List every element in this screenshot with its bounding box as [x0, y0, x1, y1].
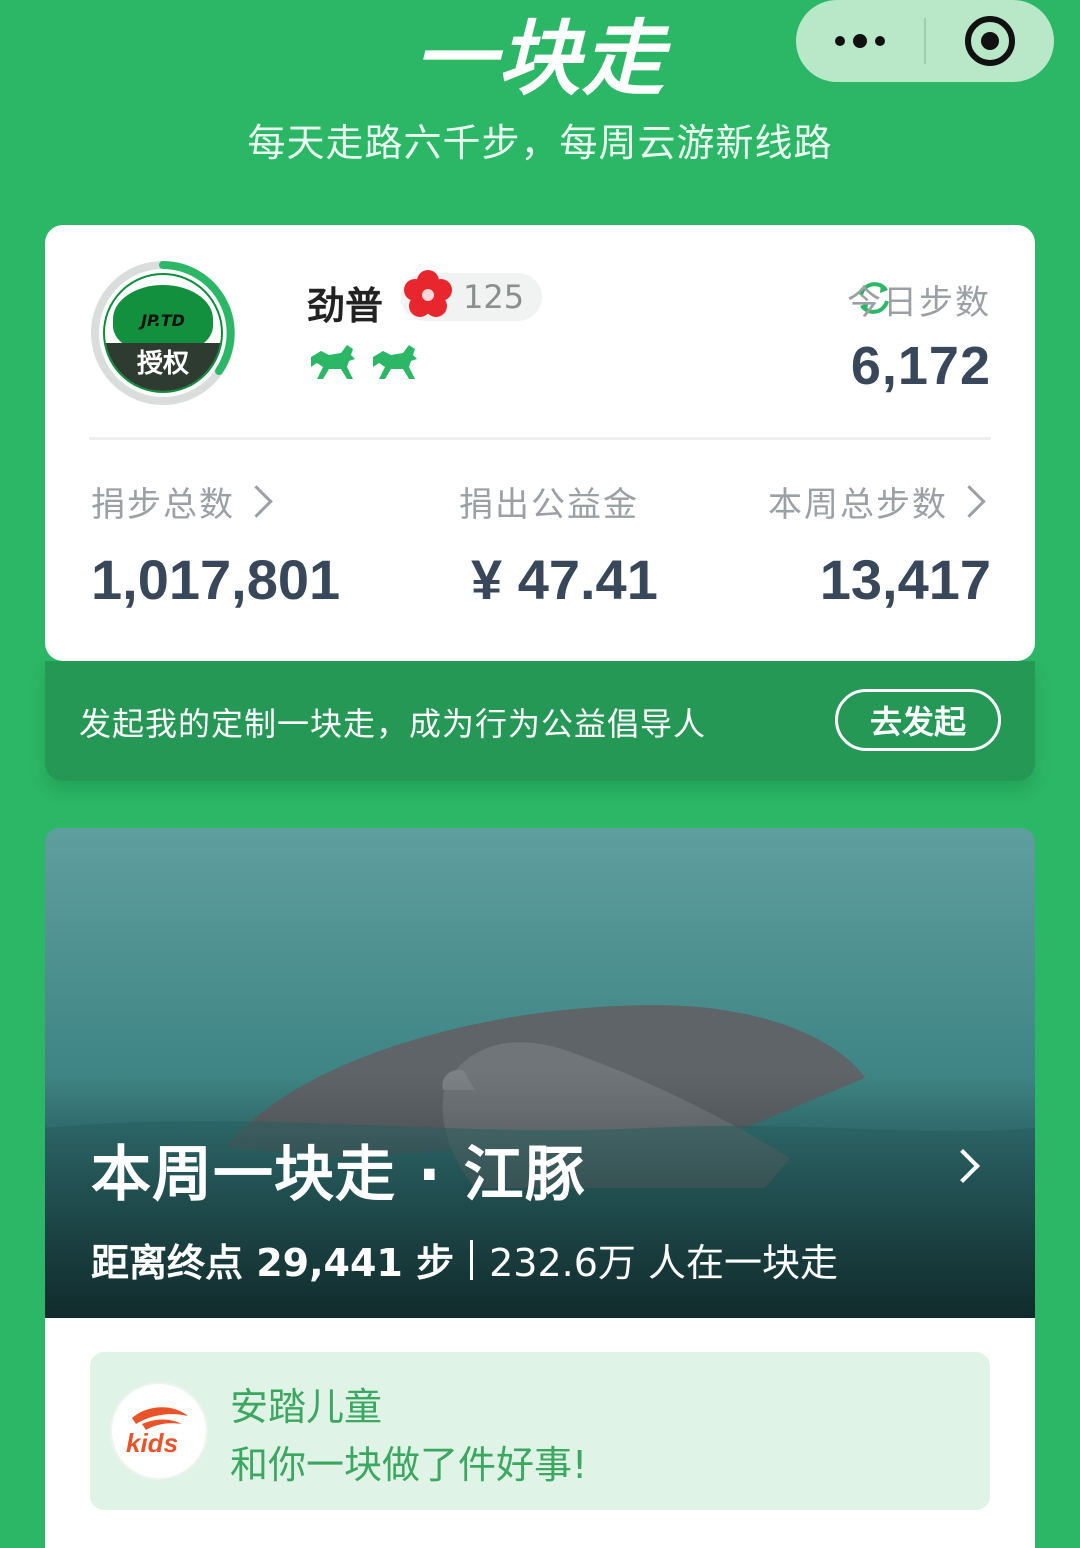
distance-remaining: 距离终点 29,441 步: [91, 1241, 455, 1285]
avatar-progress-ring: JP.TD 授权: [89, 259, 237, 407]
participants-count: 232.6万 人在一块走: [489, 1241, 838, 1285]
weekly-steps-label: 本周总步数: [768, 485, 948, 525]
sponsor-logo: kids: [112, 1384, 206, 1478]
donated-funds-value: ¥ 47.41: [471, 548, 658, 611]
weekly-route-stats: 距离终点 29,441 步 232.6万 人在一块走: [91, 1232, 838, 1287]
chevron-right-icon: [953, 485, 986, 518]
sponsor-section: kids 安踏儿童 和你一块做了件好事!: [45, 1318, 1035, 1548]
divider: [89, 437, 991, 440]
red-flower-icon: [404, 270, 452, 317]
initiate-banner: 发起我的定制一块走，成为行为公益倡导人 去发起: [45, 661, 1035, 781]
separator: [470, 1239, 474, 1280]
donated-steps-value: 1,017,801: [91, 548, 341, 611]
mini-program-capsule: [796, 0, 1054, 82]
horse-badges: [307, 343, 421, 383]
weekly-steps-link[interactable]: 本周总步数: [768, 477, 986, 526]
chevron-right-icon: [240, 485, 273, 518]
horse-icon: [373, 345, 417, 379]
today-steps-label: 今日步数: [847, 283, 991, 323]
initiate-button[interactable]: 去发起: [835, 689, 1001, 751]
donated-steps-label: 捐步总数: [91, 485, 235, 525]
sponsor-card[interactable]: kids 安踏儿童 和你一块做了件好事!: [90, 1352, 990, 1510]
profile-card: JP.TD 授权 劲普 125 今日步数 6,172 捐步总数 1,017,80…: [45, 225, 1035, 661]
weekly-route-card[interactable]: 本周一块走 · 江豚 距离终点 29,441 步 232.6万 人在一块走: [45, 828, 1035, 1318]
avatar[interactable]: JP.TD 授权: [103, 273, 223, 393]
donated-funds-label: 捐出公益金: [459, 477, 639, 526]
horse-icon: [311, 345, 355, 379]
weekly-steps-value: 13,417: [819, 548, 991, 611]
sponsor-logo-text: kids: [126, 1428, 178, 1458]
more-dots-icon[interactable]: [796, 0, 924, 82]
initiate-banner-text: 发起我的定制一块走，成为行为公益倡导人: [79, 705, 707, 743]
donated-funds-label-text: 捐出公益金: [459, 485, 639, 525]
slogan: 每天走路六千步，每周云游新线路: [247, 121, 833, 165]
sponsor-message: 和你一块做了件好事!: [230, 1443, 588, 1487]
sponsor-name: 安踏儿童: [230, 1385, 383, 1429]
flower-count: 125: [463, 278, 525, 316]
donated-steps-link[interactable]: 捐步总数: [91, 477, 273, 526]
avatar-badge-text: 授权: [105, 343, 221, 391]
avatar-brand-text: JP.TD: [141, 311, 185, 330]
today-steps-value: 6,172: [850, 336, 991, 396]
target-close-icon[interactable]: [926, 0, 1054, 82]
flower-badge[interactable]: 125: [401, 270, 543, 321]
weekly-route-title: 本周一块走 · 江豚: [91, 1140, 586, 1210]
username: 劲普: [307, 284, 384, 328]
